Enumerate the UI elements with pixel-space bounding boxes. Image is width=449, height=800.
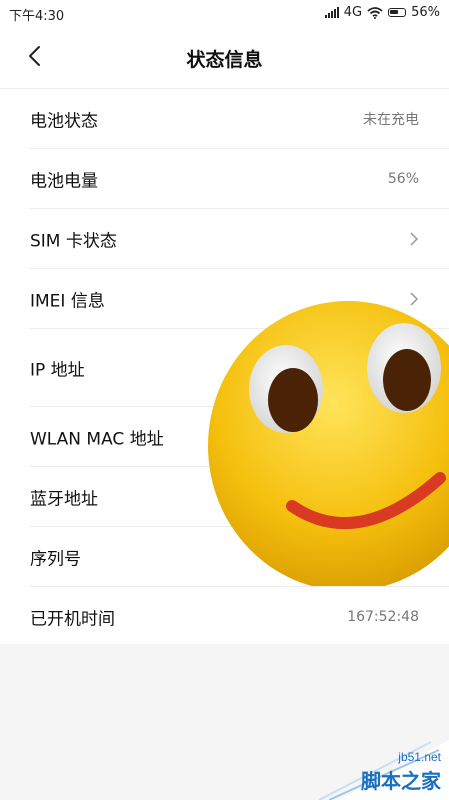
row-label: 电池电量	[30, 171, 98, 191]
row-battery-level[interactable]: 电池电量 56%	[30, 149, 449, 209]
chevron-right-icon	[410, 231, 419, 246]
network-type: 4G	[343, 5, 363, 20]
row-value: 56%	[387, 170, 419, 187]
status-icons: 4G 56%	[324, 5, 440, 20]
row-uptime[interactable]: 已开机时间 167:52:48	[30, 587, 449, 647]
status-time: 下午4:30	[9, 9, 65, 24]
row-sim-status[interactable]: SIM 卡状态	[30, 209, 449, 269]
row-label: 序列号	[30, 549, 81, 569]
status-bar: 下午4:30 4G 56%	[0, 0, 449, 26]
row-label: 蓝牙地址	[30, 489, 98, 509]
watermark-name: 脚本之家	[361, 769, 441, 793]
row-label: IP 地址	[30, 360, 85, 380]
row-value: 未在充电	[363, 111, 419, 128]
smiley-face-sticker	[208, 301, 449, 586]
header: 状态信息	[0, 26, 449, 88]
battery-percent: 56%	[411, 5, 440, 20]
row-label: 已开机时间	[30, 609, 115, 630]
watermark-url: jb51.net	[398, 750, 441, 764]
row-label: SIM 卡状态	[30, 231, 117, 251]
row-label: WLAN MAC 地址	[30, 429, 164, 449]
signal-icon	[324, 7, 339, 18]
battery-icon	[388, 8, 407, 17]
page-title: 状态信息	[186, 49, 263, 71]
row-label: IMEI 信息	[30, 291, 105, 311]
row-label: 电池状态	[30, 111, 98, 131]
row-battery-status[interactable]: 电池状态 未在充电	[30, 89, 449, 149]
watermark: jb51.net 脚本之家	[299, 730, 449, 800]
wifi-icon	[367, 6, 383, 19]
row-value: 167:52:48	[347, 609, 419, 625]
